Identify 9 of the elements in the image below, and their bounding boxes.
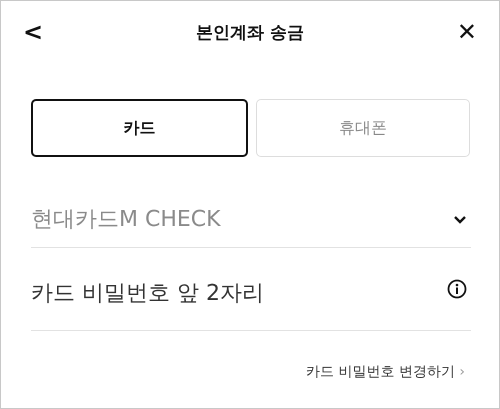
tab[interactable]: 카드	[31, 99, 248, 157]
screen-title: 본인계좌 송금	[196, 22, 304, 44]
change-password-link[interactable]: 카드 비밀번호 변경하기 ›	[306, 363, 465, 381]
info-icon	[447, 279, 467, 299]
back-button[interactable]: <	[19, 18, 48, 46]
tab[interactable]: 휴대폰	[256, 99, 470, 157]
close-button[interactable]: ✕	[452, 18, 481, 46]
chevron-down-icon	[453, 214, 467, 224]
password-field[interactable]: 카드 비밀번호 앞 2자리	[31, 280, 447, 306]
